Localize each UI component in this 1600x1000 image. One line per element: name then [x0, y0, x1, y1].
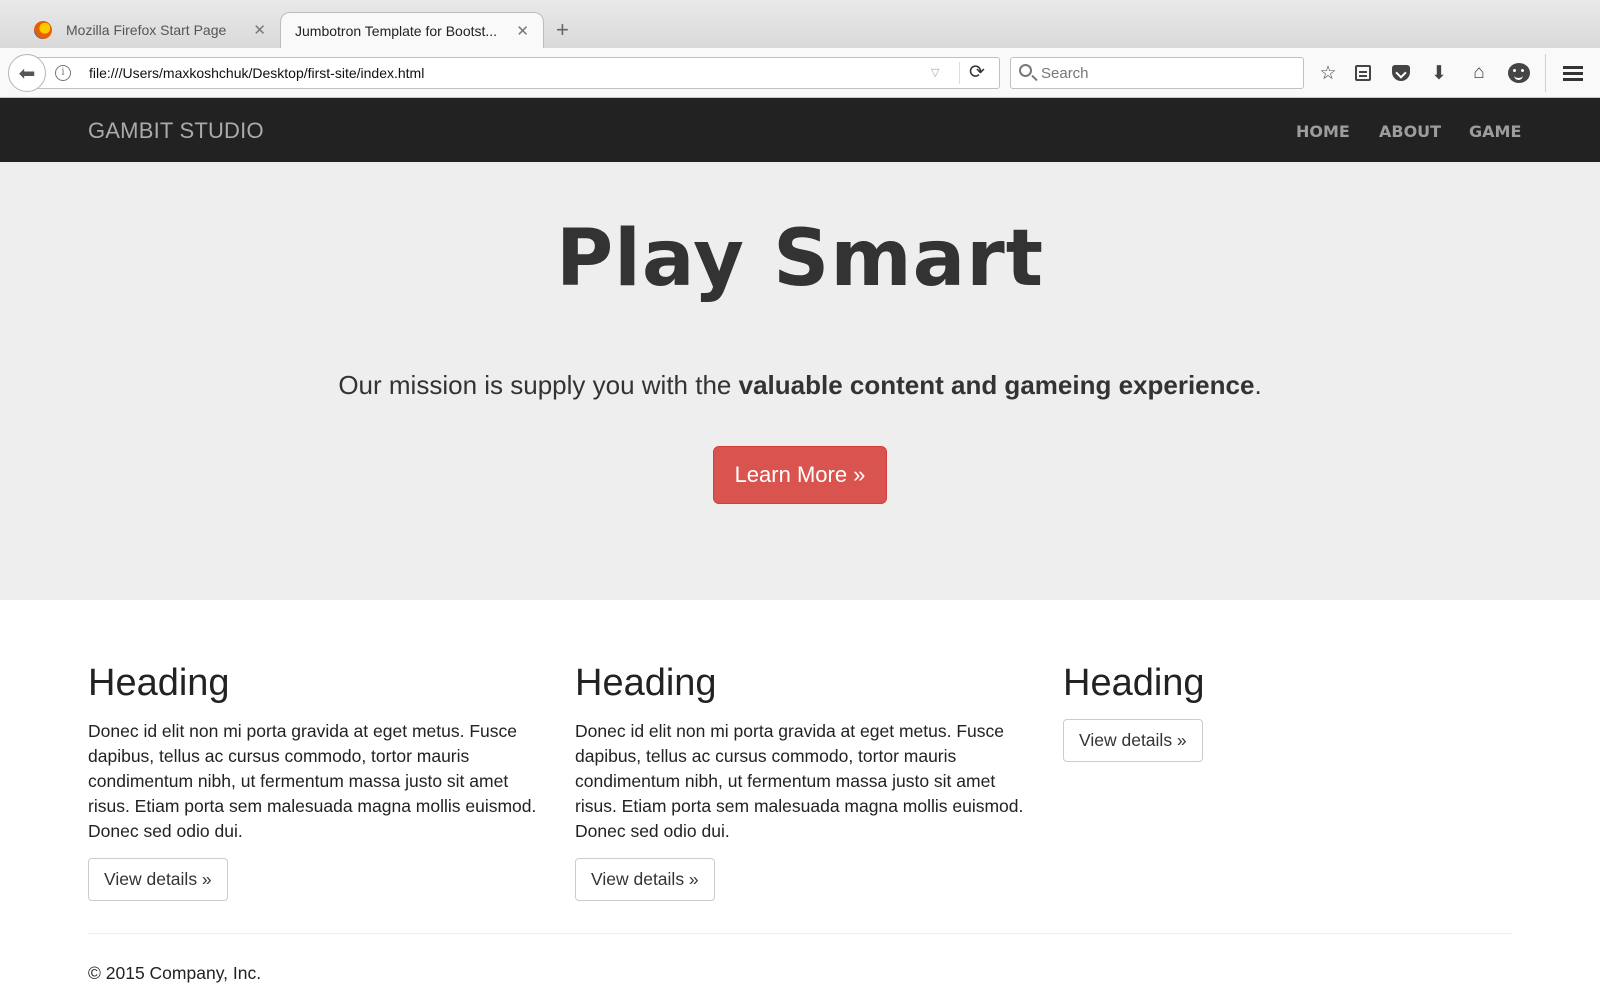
jumbotron: Play Smart Our mission is supply you wit…	[0, 162, 1600, 600]
tab-jumbotron-template[interactable]: Jumbotron Template for Bootst... ✕	[280, 12, 544, 48]
hello-icon[interactable]	[1506, 60, 1532, 86]
nav-home-link[interactable]: HOME	[1296, 122, 1350, 141]
lead-text-bold: valuable content and gameing experience	[738, 370, 1255, 400]
address-bar[interactable]: i file:///Users/maxkoshchuk/Desktop/firs…	[30, 57, 1000, 89]
divider	[959, 62, 960, 84]
pocket-icon[interactable]	[1388, 60, 1414, 86]
back-button[interactable]: ⬅	[8, 54, 46, 92]
view-details-button[interactable]: View details »	[88, 858, 228, 901]
home-icon[interactable]: ⌂	[1466, 60, 1492, 86]
column-heading: Heading	[88, 662, 230, 704]
close-icon[interactable]: ✕	[516, 22, 529, 40]
nav-about-link[interactable]: ABOUT	[1379, 122, 1441, 141]
divider	[1545, 54, 1546, 92]
footer-divider	[88, 933, 1513, 934]
tab-label: Jumbotron Template for Bootst...	[295, 22, 498, 39]
info-icon[interactable]: i	[55, 65, 71, 81]
dropdown-arrow-icon[interactable]: ▽	[931, 66, 939, 79]
reading-list-icon[interactable]	[1350, 60, 1376, 86]
column-1: Heading Donec id elit non mi porta gravi…	[88, 662, 538, 901]
arrow-left-icon: ⬅	[18, 62, 36, 85]
firefox-logo-icon	[34, 21, 52, 39]
url-text[interactable]: file:///Users/maxkoshchuk/Desktop/first-…	[89, 65, 424, 81]
view-details-button[interactable]: View details »	[575, 858, 715, 901]
search-icon	[1019, 64, 1032, 77]
column-text: Donec id elit non mi porta gravida at eg…	[575, 721, 1024, 841]
lead-text-start: Our mission is supply you with the	[338, 370, 739, 400]
view-details-button[interactable]: View details »	[1063, 719, 1203, 762]
column-heading: Heading	[1063, 662, 1205, 704]
reload-icon[interactable]: ⟳	[969, 61, 985, 84]
search-input[interactable]	[1041, 62, 1291, 84]
browser-toolbar: ⬅ i file:///Users/maxkoshchuk/Desktop/fi…	[0, 48, 1600, 98]
column-2: Heading Donec id elit non mi porta gravi…	[575, 662, 1025, 901]
close-icon[interactable]: ✕	[253, 21, 266, 39]
lead-text-end: .	[1254, 370, 1262, 400]
tab-firefox-start-page[interactable]: Mozilla Firefox Start Page ✕	[20, 12, 280, 48]
column-3: Heading View details »	[1063, 662, 1513, 762]
search-bar[interactable]	[1010, 57, 1304, 89]
jumbotron-title: Play Smart	[556, 214, 1044, 304]
column-heading: Heading	[575, 662, 717, 704]
download-icon[interactable]: ⬇	[1426, 60, 1452, 86]
footer-copyright: © 2015 Company, Inc.	[88, 963, 262, 983]
site-navbar: GAMBIT STUDIO HOME ABOUT GAME	[0, 98, 1600, 162]
tab-label: Mozilla Firefox Start Page	[66, 22, 227, 38]
star-icon[interactable]: ☆	[1315, 60, 1341, 86]
learn-more-button[interactable]: Learn More »	[713, 446, 887, 504]
column-text: Donec id elit non mi porta gravida at eg…	[88, 721, 537, 841]
jumbotron-lead: Our mission is supply you with the valua…	[0, 370, 1600, 401]
new-tab-button[interactable]: +	[556, 17, 569, 43]
nav-game-link[interactable]: GAME	[1469, 122, 1521, 141]
brand-link[interactable]: GAMBIT STUDIO	[88, 118, 264, 144]
tab-bar: Mozilla Firefox Start Page ✕ Jumbotron T…	[0, 0, 1600, 48]
hamburger-menu-icon[interactable]	[1560, 60, 1586, 86]
